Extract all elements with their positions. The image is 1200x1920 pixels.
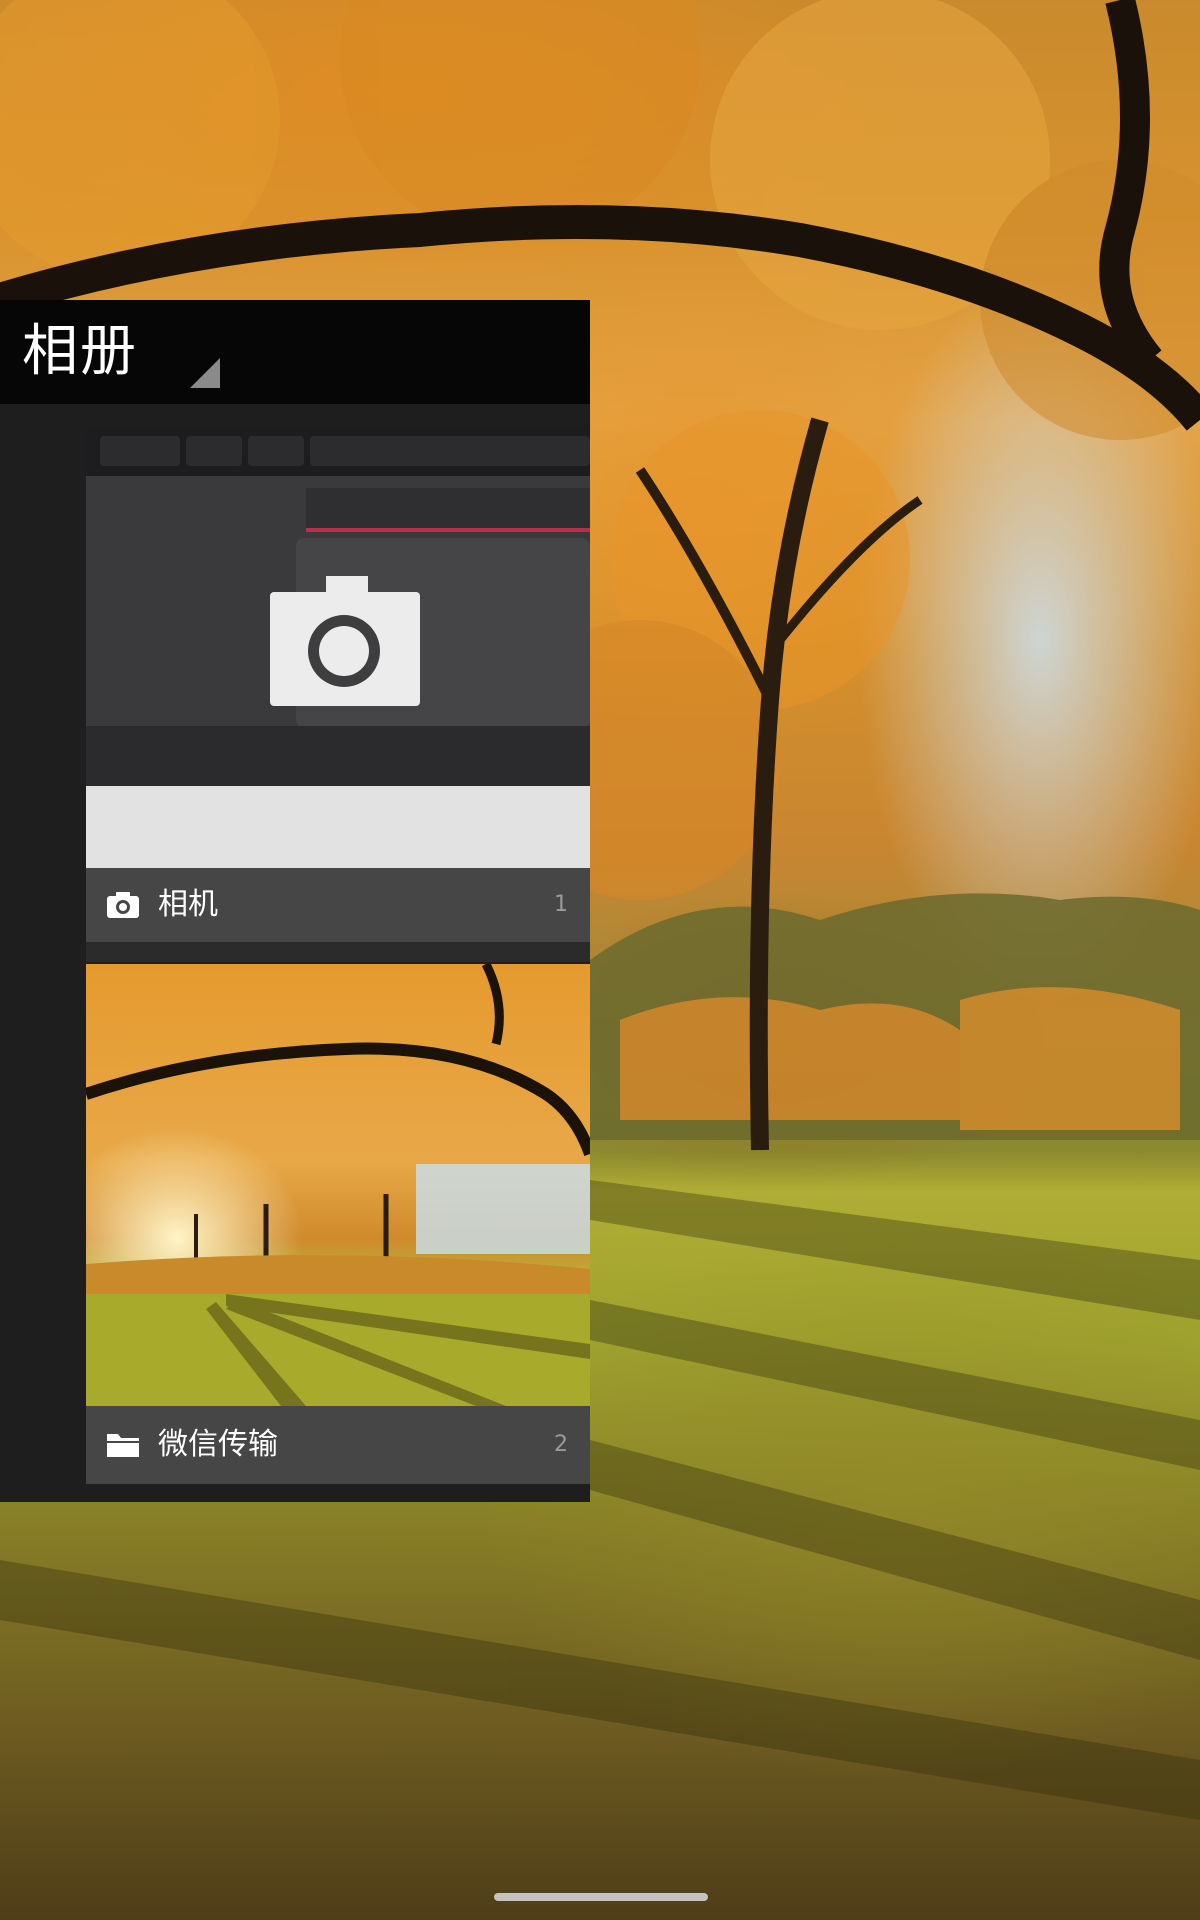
album-name: 微信传输 bbox=[158, 1427, 278, 1462]
album-panel: 相册 相机 1 微信传输 2 bbox=[0, 300, 590, 1502]
laptop-photo bbox=[86, 426, 590, 868]
camera-overlay-icon bbox=[270, 576, 420, 706]
album-count: 2 bbox=[554, 1432, 568, 1457]
album-bar-camera: 相机 1 bbox=[86, 868, 590, 942]
album-item-camera[interactable]: 相机 1 bbox=[86, 426, 590, 962]
page-title: 相册 bbox=[22, 319, 138, 384]
dropdown-corner-icon[interactable] bbox=[190, 358, 220, 388]
folder-icon bbox=[107, 1434, 139, 1457]
album-item-wechat-transfer[interactable]: 微信传输 2 bbox=[86, 964, 590, 1484]
album-count: 1 bbox=[554, 892, 568, 917]
autumn-park-photo bbox=[86, 964, 590, 1406]
album-name: 相机 bbox=[158, 887, 218, 922]
album-thumbnail-camera bbox=[86, 426, 590, 868]
panel-header[interactable]: 相册 bbox=[0, 300, 590, 404]
home-indicator[interactable] bbox=[494, 1893, 708, 1901]
album-bar-wechat-transfer: 微信传输 2 bbox=[86, 1406, 590, 1484]
album-thumbnail-wechat-transfer bbox=[86, 964, 590, 1406]
camera-icon bbox=[107, 892, 139, 918]
